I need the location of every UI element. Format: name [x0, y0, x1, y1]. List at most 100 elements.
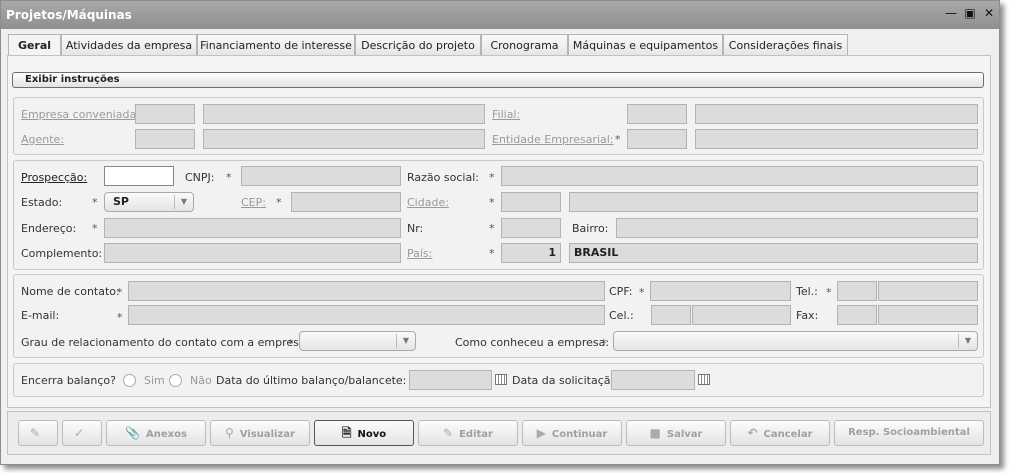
- cpf-field[interactable]: [650, 281, 791, 301]
- email-field[interactable]: [128, 305, 605, 325]
- tab-descricao[interactable]: Descrição do projeto: [355, 34, 481, 55]
- cidade-code-field[interactable]: [501, 192, 561, 212]
- tel-ddd-field[interactable]: [837, 281, 877, 301]
- estado-select[interactable]: SP ▼: [104, 192, 194, 212]
- continuar-label: Continuar: [551, 429, 608, 440]
- pencil-icon: ✎: [443, 426, 454, 440]
- check-doc-icon: ✓: [73, 426, 85, 440]
- cancelar-button[interactable]: ↶ Cancelar: [730, 420, 830, 446]
- complemento-field[interactable]: [104, 243, 401, 263]
- bairro-label: Bairro:: [572, 222, 609, 235]
- cnpj-field[interactable]: [241, 166, 401, 186]
- visualizar-label: Visualizar: [239, 429, 295, 440]
- cel-ddd-field[interactable]: [651, 305, 691, 325]
- cpf-label: CPF:: [609, 285, 633, 298]
- calendar-icon[interactable]: [698, 374, 710, 385]
- data-solicitacao-field[interactable]: [611, 370, 695, 390]
- required-mark: *: [615, 133, 621, 146]
- novo-label: Novo: [357, 429, 387, 440]
- nr-label: Nr:: [407, 222, 424, 235]
- play-icon: ▶: [536, 426, 546, 440]
- filial-name-field: [695, 104, 978, 124]
- pais-label[interactable]: País:: [407, 247, 432, 260]
- required-mark: *: [601, 337, 607, 350]
- cep-label[interactable]: CEP:: [241, 196, 266, 209]
- chevron-down-icon: ▼: [174, 195, 193, 209]
- entidade-name-field: [695, 129, 978, 149]
- agente-label: Agente:: [21, 133, 65, 146]
- salvar-button[interactable]: ■ Salvar: [626, 420, 726, 446]
- anexos-button[interactable]: 📎 Anexos: [106, 420, 206, 446]
- visualizar-button[interactable]: ⚲ Visualizar: [210, 420, 310, 446]
- nao-radio[interactable]: [169, 374, 182, 387]
- encerra-label: Encerra balanço?: [21, 374, 116, 387]
- cancelar-label: Cancelar: [763, 429, 813, 440]
- cidade-label[interactable]: Cidade:: [407, 196, 449, 209]
- endereco-field[interactable]: [104, 218, 401, 238]
- estado-value: SP: [113, 195, 129, 208]
- grau-label: Grau de relacionamento do contato com a …: [21, 336, 310, 349]
- maximize-icon[interactable]: ▣: [963, 6, 977, 20]
- continuar-button[interactable]: ▶ Continuar: [522, 420, 622, 446]
- agente-code-field: [135, 129, 195, 149]
- check-doc-button[interactable]: ✓: [62, 420, 102, 446]
- required-mark: *: [288, 337, 294, 350]
- sim-radio[interactable]: [123, 374, 136, 387]
- novo-button[interactable]: 🗎 Novo: [314, 420, 414, 446]
- empresa-code-field: [135, 104, 195, 124]
- edit-doc-button[interactable]: ✎: [18, 420, 58, 446]
- empresa-label: Empresa conveniada:: [21, 108, 140, 121]
- required-mark: *: [639, 286, 645, 299]
- editar-button[interactable]: ✎ Editar: [418, 420, 518, 446]
- tel-number-field[interactable]: [878, 281, 978, 301]
- nome-field[interactable]: [128, 281, 605, 301]
- nome-label: Nome de contato:: [21, 285, 120, 298]
- cnpj-label: CNPJ:: [185, 171, 215, 184]
- required-mark: *: [489, 171, 495, 184]
- calendar-icon[interactable]: [495, 374, 507, 385]
- data-solicitacao-label: Data da solicitação:: [512, 374, 621, 387]
- fax-label: Fax:: [796, 309, 819, 322]
- save-icon: ■: [649, 426, 661, 440]
- required-mark: *: [489, 196, 495, 209]
- data-balanco-label: Data do último balanço/balancete:: [216, 374, 407, 387]
- tab-consideracoes[interactable]: Considerações finais: [723, 34, 848, 55]
- tab-geral[interactable]: Geral: [8, 34, 61, 57]
- minimize-icon[interactable]: —: [944, 6, 958, 20]
- tab-financiamento[interactable]: Financiamento de interesse: [197, 34, 355, 55]
- entidade-code-field: [627, 129, 687, 149]
- cep-field[interactable]: [291, 192, 401, 212]
- cel-number-field[interactable]: [692, 305, 791, 325]
- nr-field[interactable]: [501, 218, 561, 238]
- fax-number-field[interactable]: [878, 305, 978, 325]
- fax-ddd-field[interactable]: [837, 305, 877, 325]
- close-icon[interactable]: ✕: [982, 6, 996, 20]
- complemento-label: Complemento:: [21, 247, 103, 260]
- sim-label: Sim: [144, 374, 165, 387]
- paperclip-icon: 📎: [125, 426, 141, 440]
- filial-code-field: [627, 104, 687, 124]
- required-mark: *: [489, 222, 495, 235]
- como-select[interactable]: ▼: [613, 331, 978, 351]
- empresa-name-field: [203, 104, 485, 124]
- required-mark: *: [92, 222, 98, 235]
- magnifier-icon: ⚲: [225, 426, 234, 440]
- chevron-down-icon: ▼: [958, 334, 977, 348]
- prospeccao-field[interactable]: [104, 166, 174, 186]
- tab-maquinas[interactable]: Máquinas e equipamentos: [568, 34, 723, 55]
- prospeccao-label[interactable]: Prospecção:: [21, 171, 87, 184]
- razao-field[interactable]: [501, 166, 978, 186]
- endereco-label: Endereço:: [21, 222, 77, 235]
- grau-select[interactable]: ▼: [299, 331, 416, 351]
- cel-label: Cel.:: [609, 309, 634, 322]
- data-balanco-field[interactable]: [409, 370, 492, 390]
- resp-socioambiental-button[interactable]: Resp. Socioambiental: [834, 420, 984, 446]
- bairro-field[interactable]: [616, 218, 978, 238]
- edit-doc-icon: ✎: [29, 426, 41, 440]
- chevron-down-icon: ▼: [396, 334, 415, 348]
- show-instructions-button[interactable]: Exibir instruções: [12, 72, 984, 88]
- tab-atividades[interactable]: Atividades da empresa: [61, 34, 197, 55]
- pais-code-field[interactable]: 1: [501, 243, 561, 263]
- tel-label: Tel.:: [796, 285, 818, 298]
- tab-cronograma[interactable]: Cronograma: [481, 34, 568, 55]
